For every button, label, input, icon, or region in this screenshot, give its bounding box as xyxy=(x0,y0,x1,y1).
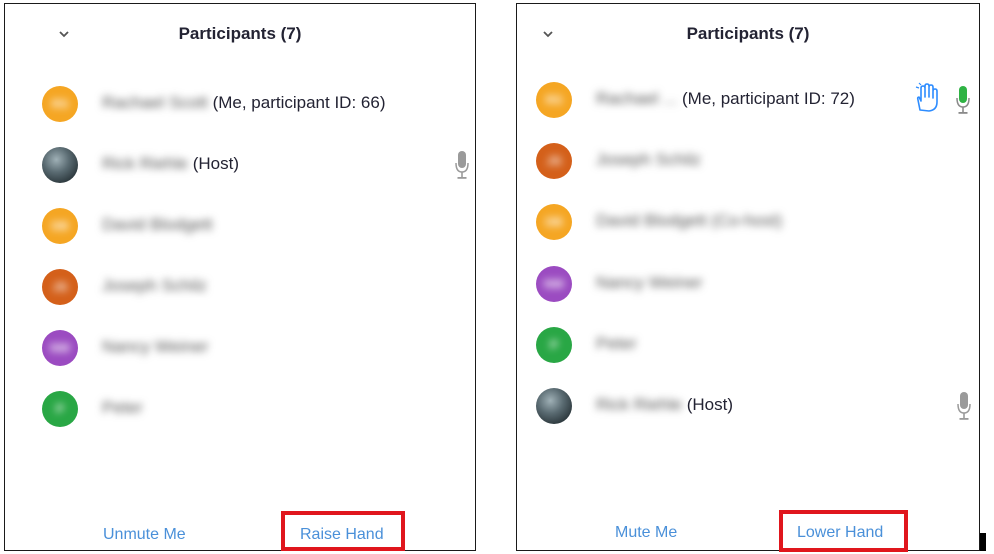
participant-name: David Blodgett (Co-host) xyxy=(596,211,783,230)
participant-name: Rick Riehle (Host) xyxy=(596,395,733,414)
participant-name: Rachael Scott (Me, participant ID: 66) xyxy=(102,93,386,112)
participants-panel-right: Participants (7) RS Rachael ... (Me, par… xyxy=(516,3,980,552)
avatar: P xyxy=(42,391,78,427)
participant-row[interactable]: JS Joseph Schilz xyxy=(517,131,979,193)
avatar: P xyxy=(536,327,572,363)
participant-row[interactable]: DB David Blodgett xyxy=(5,196,475,258)
avatar xyxy=(536,388,572,424)
participant-name: Rachael ... (Me, participant ID: 72) xyxy=(596,89,855,108)
participant-name: Nancy Weiner xyxy=(596,273,703,292)
panel-header: Participants (7) xyxy=(517,4,979,66)
participant-row[interactable]: DB David Blodgett (Co-host) xyxy=(517,192,979,254)
avatar: JS xyxy=(536,143,572,179)
microphone-active-icon[interactable] xyxy=(955,84,971,116)
participant-name: Joseph Schilz xyxy=(102,276,207,295)
edge-marker xyxy=(980,533,986,551)
participant-row[interactable]: NW Nancy Weiner xyxy=(5,318,475,380)
participant-name: Joseph Schilz xyxy=(596,150,701,169)
mute-button[interactable]: Mute Me xyxy=(615,524,677,542)
avatar: DB xyxy=(42,208,78,244)
participant-name: Nancy Weiner xyxy=(102,337,209,356)
avatar: JS xyxy=(42,269,78,305)
avatar: RS xyxy=(536,82,572,118)
participant-row[interactable]: NW Nancy Weiner xyxy=(517,254,979,316)
avatar: DB xyxy=(536,204,572,240)
panel-header: Participants (7) xyxy=(5,4,475,66)
participant-row[interactable]: JS Joseph Schilz xyxy=(5,257,475,319)
participant-name: David Blodgett xyxy=(102,215,213,234)
microphone-icon[interactable] xyxy=(956,390,972,422)
avatar: NW xyxy=(536,266,572,302)
participant-row[interactable]: RS Rachael ... (Me, participant ID: 72) xyxy=(517,70,979,132)
lower-hand-button[interactable]: Lower Hand xyxy=(797,524,883,542)
avatar xyxy=(42,147,78,183)
participant-row[interactable]: Rick Riehle (Host) xyxy=(517,376,979,438)
participant-name: Peter xyxy=(596,334,637,353)
participant-row[interactable]: P Peter xyxy=(5,379,475,441)
participant-row[interactable]: Rick Riehle (Host) xyxy=(5,135,475,197)
microphone-icon[interactable] xyxy=(454,149,470,181)
panel-title: Participants (7) xyxy=(178,24,302,43)
participant-name: Peter xyxy=(102,398,143,417)
raised-hand-icon xyxy=(915,82,938,112)
participants-panel-left: Participants (7) RS Rachael Scott (Me, p… xyxy=(4,3,476,551)
avatar: NW xyxy=(42,330,78,366)
unmute-button[interactable]: Unmute Me xyxy=(103,526,186,544)
participant-row[interactable]: RS Rachael Scott (Me, participant ID: 66… xyxy=(5,74,475,136)
participant-name: Rick Riehle (Host) xyxy=(102,154,239,173)
panel-title: Participants (7) xyxy=(686,24,810,43)
participant-row[interactable]: P Peter xyxy=(517,315,979,377)
avatar: RS xyxy=(42,86,78,122)
raise-hand-button[interactable]: Raise Hand xyxy=(300,526,384,544)
